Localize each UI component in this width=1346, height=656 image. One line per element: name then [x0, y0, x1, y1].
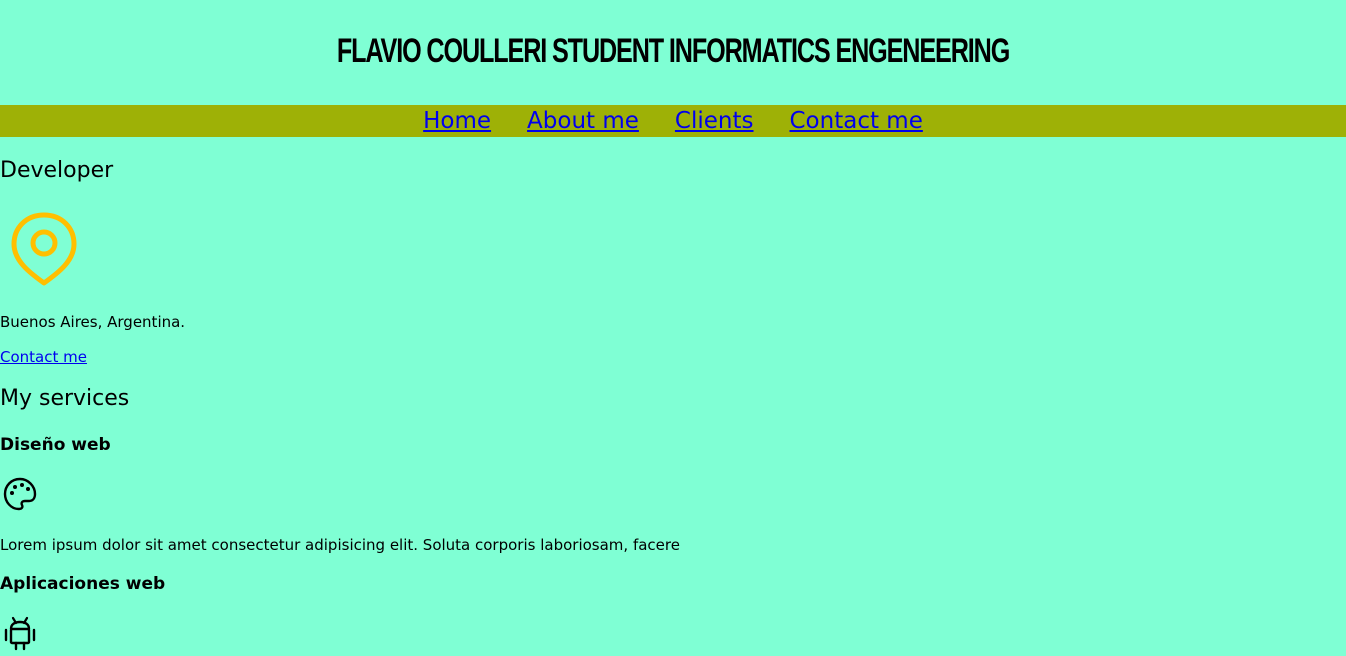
nav-link-contact-me[interactable]: Contact me [790, 107, 923, 135]
site-header: Flavio Coulleri Student Informatics Enge… [0, 0, 1346, 105]
contact-me-link[interactable]: Contact me [0, 348, 87, 366]
nav-link-home[interactable]: Home [423, 107, 491, 135]
palette-icon [3, 477, 37, 511]
android-icon [4, 616, 36, 651]
nav-link-about-me[interactable]: About me [527, 107, 639, 135]
main-nav: Home About me Clients Contact me [0, 105, 1346, 137]
site-title: Flavio Coulleri Student Informatics Enge… [336, 32, 1010, 70]
hero-title: Developer [0, 158, 114, 183]
location-text: Buenos Aires, Argentina. [0, 313, 186, 331]
service-description-web-design: Lorem ipsum dolor sit amet consectetur a… [0, 536, 680, 554]
nav-link-clients[interactable]: Clients [675, 107, 754, 135]
service-title-web-design: Diseño web [0, 435, 111, 455]
service-title-web-apps: Aplicaciones web [0, 574, 166, 594]
map-pin-icon [11, 212, 77, 286]
services-title: My services [0, 386, 130, 411]
